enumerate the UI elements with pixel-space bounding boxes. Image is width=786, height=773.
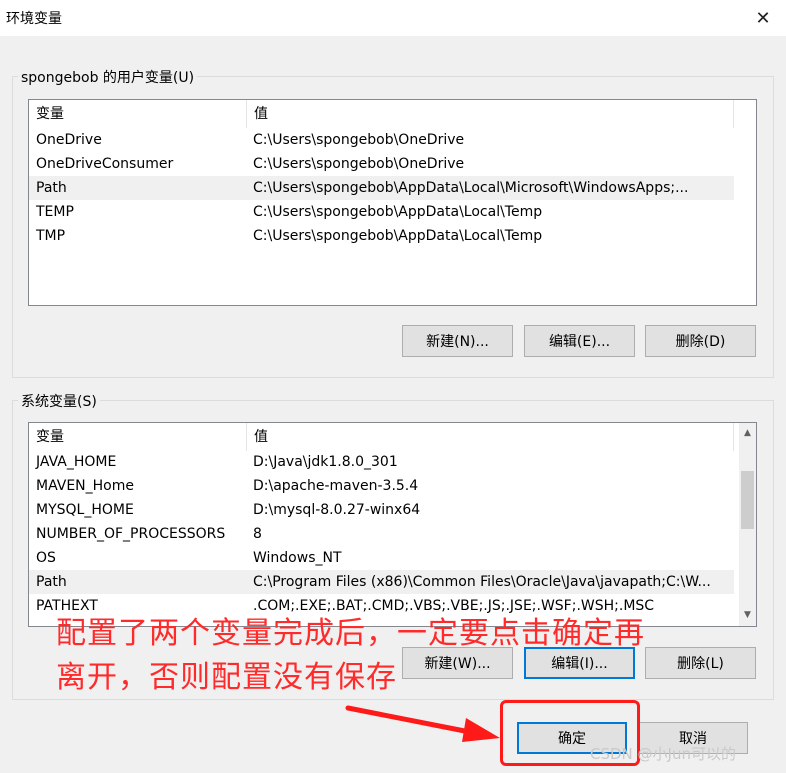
system-vars-list[interactable]: 变量 值 JAVA_HOME D:\Java\jdk1.8.0_301 MAVE… [28, 422, 757, 627]
chevron-up-icon[interactable]: ▲ [739, 425, 756, 442]
var-value: Windows_NT [253, 550, 342, 566]
var-name: JAVA_HOME [36, 454, 117, 470]
var-value: C:\Users\spongebob\OneDrive [253, 132, 465, 148]
close-icon[interactable]: ✕ [740, 0, 786, 36]
table-row[interactable]: OneDrive C:\Users\spongebob\OneDrive [29, 128, 734, 152]
column-header-value[interactable]: 值 [247, 100, 734, 128]
var-value: C:\Program Files (x86)\Common Files\Orac… [253, 574, 711, 590]
var-name: OneDrive [36, 132, 102, 148]
system-vars-header: 变量 值 [29, 423, 756, 451]
var-value: D:\mysql-8.0.27-winx64 [253, 502, 421, 518]
table-row[interactable]: MAVEN_Home D:\apache-maven-3.5.4 [29, 474, 734, 498]
column-header-name[interactable]: 变量 [29, 100, 247, 128]
var-name: Path [36, 574, 67, 590]
chevron-down-icon[interactable]: ▼ [739, 607, 756, 624]
var-value: C:\Users\spongebob\AppData\Local\Temp [253, 204, 543, 220]
window-title: 环境变量 [6, 11, 62, 27]
annotation-line-2: 离开，否则配置没有保存 [56, 660, 397, 695]
var-value: C:\Users\spongebob\OneDrive [253, 156, 465, 172]
var-value: C:\Users\spongebob\AppData\Local\Temp [253, 228, 543, 244]
table-row[interactable]: NUMBER_OF_PROCESSORS 8 [29, 522, 734, 546]
table-row[interactable]: TMP C:\Users\spongebob\AppData\Local\Tem… [29, 224, 734, 248]
user-vars-header: 变量 值 [29, 100, 756, 128]
arrow-icon [345, 705, 500, 742]
var-value: D:\apache-maven-3.5.4 [253, 478, 419, 494]
system-vars-scrollbar[interactable]: ▲ ▼ [739, 423, 756, 626]
table-row[interactable]: OneDriveConsumer C:\Users\spongebob\OneD… [29, 152, 734, 176]
table-row[interactable]: TEMP C:\Users\spongebob\AppData\Local\Te… [29, 200, 734, 224]
scrollbar-thumb[interactable] [741, 471, 754, 529]
var-name: TMP [36, 228, 66, 244]
user-edit-button[interactable]: 编辑(E)... [524, 325, 635, 357]
var-value: D:\Java\jdk1.8.0_301 [253, 454, 398, 470]
var-name: OneDriveConsumer [36, 156, 174, 172]
table-row[interactable]: MYSQL_HOME D:\mysql-8.0.27-winx64 [29, 498, 734, 522]
var-name: MAVEN_Home [36, 478, 134, 494]
user-new-button[interactable]: 新建(N)... [402, 325, 513, 357]
title-bar: 环境变量 ✕ [0, 0, 786, 36]
user-delete-button[interactable]: 删除(D) [645, 325, 756, 357]
table-row[interactable]: OS Windows_NT [29, 546, 734, 570]
watermark: CSDN @小Jun可以的 [590, 745, 736, 763]
annotation-text: 配置了两个变量完成后，一定要点击确定再 离开，否则配置没有保存 [56, 612, 716, 700]
var-name: MYSQL_HOME [36, 502, 134, 518]
var-name: TEMP [36, 204, 74, 220]
system-vars-label: 系统变量(S) [18, 391, 100, 411]
table-row-selected[interactable]: Path C:\Users\spongebob\AppData\Local\Mi… [29, 176, 734, 200]
column-header-name[interactable]: 变量 [29, 423, 247, 451]
user-vars-list[interactable]: 变量 值 OneDrive C:\Users\spongebob\OneDriv… [28, 99, 757, 306]
var-value: C:\Users\spongebob\AppData\Local\Microso… [253, 180, 689, 196]
var-name: Path [36, 180, 67, 196]
var-name: NUMBER_OF_PROCESSORS [36, 526, 226, 542]
var-value: 8 [253, 526, 262, 542]
table-row[interactable]: JAVA_HOME D:\Java\jdk1.8.0_301 [29, 450, 734, 474]
table-row-selected[interactable]: Path C:\Program Files (x86)\Common Files… [29, 570, 734, 594]
user-vars-label: spongebob 的用户变量(U) [18, 67, 198, 87]
var-name: OS [36, 550, 56, 566]
column-header-value[interactable]: 值 [247, 423, 734, 451]
annotation-line-1: 配置了两个变量完成后，一定要点击确定再 [56, 616, 645, 651]
